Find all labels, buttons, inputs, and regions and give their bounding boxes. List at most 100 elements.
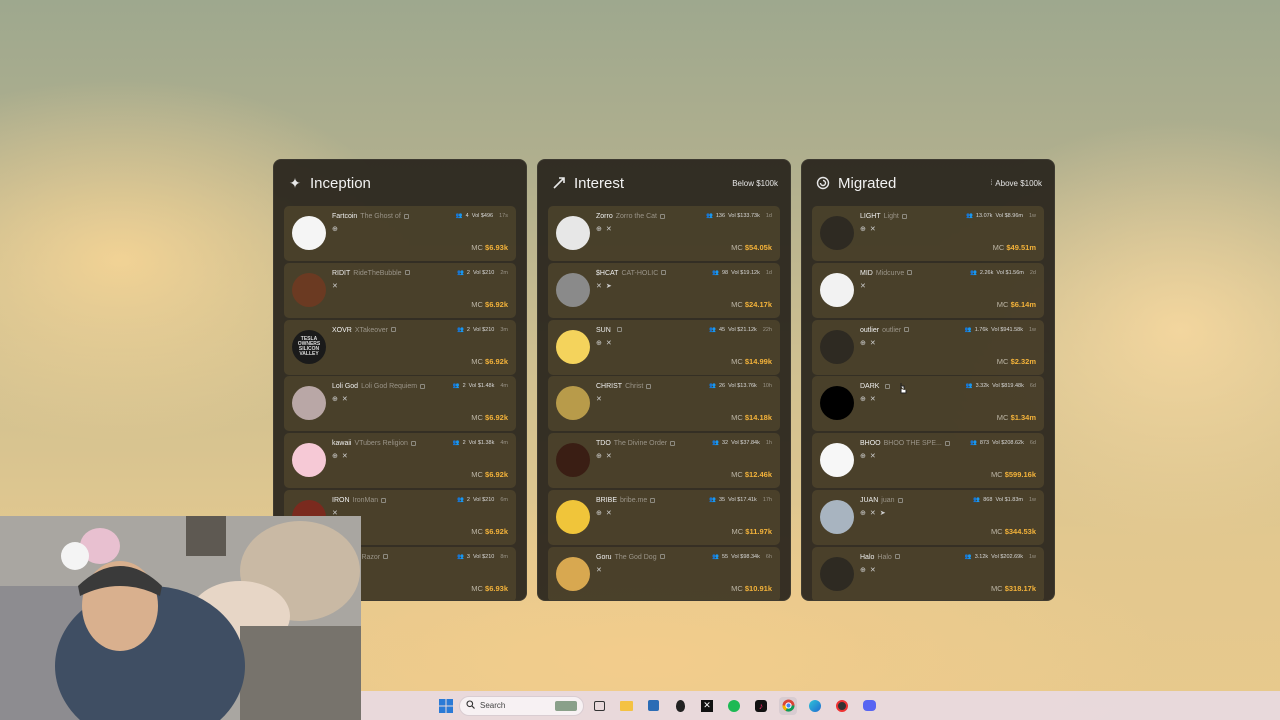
copy-icon[interactable] [420, 384, 426, 390]
token-name: BHOO THE SPE... [883, 440, 942, 448]
file-explorer-icon[interactable] [617, 697, 635, 715]
alien-app-icon[interactable] [671, 697, 689, 715]
token-row[interactable]: Zorro Zorro the Cat ⊕ ✕ 👥 136 Vol $133.73k 1d MC… [548, 206, 780, 261]
telegram-icon[interactable]: ➤ [606, 282, 612, 290]
store-icon[interactable] [644, 697, 662, 715]
copy-icon[interactable] [894, 554, 900, 560]
windows-start-icon[interactable] [437, 697, 455, 715]
copy-icon[interactable] [390, 327, 396, 333]
token-row[interactable]: $HCAT CAT-HOLIC ✕ ➤ 👥 98 Vol $19.12k 1d MC $24.1… [548, 262, 780, 318]
x-icon[interactable]: ✕ [606, 509, 612, 517]
globe-icon[interactable]: ⊕ [860, 395, 866, 403]
spotify-icon[interactable] [725, 697, 743, 715]
x-icon[interactable]: ✕ [596, 395, 602, 403]
x-icon[interactable]: ✕ [870, 452, 876, 460]
token-row[interactable]: CHRIST Christ ✕ 👥 26 Vol $13.76k 10h MC $14.18k [548, 376, 780, 432]
taskbar-search[interactable]: Search [459, 695, 584, 716]
copy-icon[interactable] [897, 497, 903, 503]
copy-icon[interactable] [659, 213, 665, 219]
market-cap: MC $1.34m [997, 413, 1036, 422]
token-row[interactable]: RIDIT RideTheBubble ✕ 👥 2 Vol $210 2m MC $6.92k [284, 262, 516, 318]
token-row[interactable]: BHOO BHOO THE SPE... ⊕ ✕ 👥 873 Vol $208.62k 6d M… [812, 433, 1044, 489]
globe-icon[interactable]: ⊕ [860, 339, 866, 347]
task-view-icon[interactable] [590, 697, 608, 715]
globe-icon[interactable]: ⊕ [596, 509, 602, 517]
token-row[interactable]: Halo Halo ⊕ ✕ 👥 3.12k Vol $202.69k 1w MC $318.17… [812, 546, 1044, 600]
panel-filter[interactable]: Below $100k [732, 179, 778, 188]
mc-value: $14.99k [744, 356, 772, 366]
token-name: Light [883, 213, 899, 220]
globe-icon[interactable]: ⊕ [596, 452, 602, 460]
globe-icon[interactable]: ⊕ [860, 452, 866, 460]
age: 22h [762, 326, 772, 333]
copy-icon[interactable] [616, 327, 622, 333]
copy-icon[interactable] [381, 497, 387, 503]
panel-filter[interactable]: ⁞ Above $100k [990, 179, 1042, 188]
token-row[interactable]: JUAN juan ⊕ ✕ ➤ 👥 868 Vol $1.83m 1w MC $344.53k [812, 489, 1044, 545]
x-icon[interactable]: ✕ [870, 395, 876, 403]
market-cap: MC $6.93k [471, 584, 508, 593]
token-row[interactable]: LIGHT Light ⊕ ✕ 👥 13.07k Vol $8.96m 1w MC $49.51… [812, 206, 1044, 261]
x-icon[interactable]: ✕ [870, 339, 876, 347]
x-icon[interactable]: ✕ [870, 225, 876, 233]
x-icon[interactable]: ✕ [342, 452, 348, 460]
copy-icon[interactable] [944, 440, 950, 446]
token-row[interactable]: TESLA OWNERS SILICON VALLEY XOVR XTakeover… [284, 319, 516, 375]
copy-icon[interactable] [901, 213, 907, 219]
globe-icon[interactable]: ⊕ [332, 395, 338, 403]
copy-icon[interactable] [383, 554, 389, 560]
copy-icon[interactable] [410, 440, 416, 446]
token-row[interactable]: kawaii VTubers Religion ⊕ ✕ 👥 2 Vol $1.38k 4m MC… [284, 433, 516, 489]
copy-icon[interactable] [646, 384, 652, 390]
copy-icon[interactable] [404, 270, 410, 276]
x-icon[interactable]: ✕ [606, 225, 612, 233]
discord-icon[interactable] [860, 697, 878, 715]
token-row[interactable]: Goru The God Dog ✕ 👥 55 Vol $98.34k 6h MC $10.9… [548, 546, 780, 600]
globe-icon[interactable]: ⊕ [860, 509, 866, 517]
globe-icon[interactable]: ⊕ [860, 566, 866, 574]
token-ticker-line: $HCAT CAT-HOLIC [596, 270, 667, 277]
copy-icon[interactable] [659, 554, 665, 560]
x-icon[interactable]: ✕ [342, 395, 348, 403]
token-row[interactable]: outlier outlier ⊕ ✕ 👥 1.76k Vol $941.58k 1w MC $… [812, 319, 1044, 375]
edge-icon[interactable] [806, 697, 824, 715]
token-avatar [556, 499, 590, 534]
copy-icon[interactable] [885, 384, 891, 390]
copy-icon[interactable] [670, 440, 676, 446]
mc-label: MC [996, 413, 1009, 423]
telegram-icon[interactable]: ➤ [880, 509, 886, 517]
token-row[interactable]: SUN ⊕ ✕ 👥 45 Vol $21.12k 22h MC $14.99k [548, 319, 780, 375]
x-icon[interactable]: ✕ [860, 282, 866, 290]
globe-icon[interactable]: ⊕ [860, 225, 866, 233]
mc-label: MC [731, 299, 743, 309]
token-row[interactable]: DARK ⊕ ✕ 👥 3.32k Vol $819.48k 6d MC $1.34m [812, 376, 1044, 432]
copy-icon[interactable] [403, 213, 409, 219]
token-row[interactable]: TDO The Divine Order ⊕ ✕ 👥 32 Vol $37.84k 1h MC … [548, 433, 780, 489]
tiktok-icon[interactable]: ♪ [752, 697, 770, 715]
app-icon[interactable] [833, 697, 851, 715]
token-row[interactable]: MID Midcurve ✕ 👥 2.26k Vol $1.56m 2d MC $6.14m [812, 262, 1044, 318]
copy-icon[interactable] [904, 327, 910, 333]
windows-taskbar: Search ✕ ♪ [361, 691, 1280, 720]
x-icon[interactable]: ✕ [870, 566, 876, 574]
volume: Vol $210 [472, 496, 495, 503]
x-icon[interactable]: ✕ [596, 282, 602, 290]
capcut-icon[interactable]: ✕ [698, 697, 716, 715]
token-row[interactable]: Fartcoin The Ghost of ⊕ 👥 4 Vol $496 17s MC $6.… [284, 206, 516, 261]
market-cap: MC $49.51m [993, 243, 1036, 252]
globe-icon[interactable]: ⊕ [596, 225, 602, 233]
x-icon[interactable]: ✕ [332, 282, 338, 290]
token-row[interactable]: Loli God Loli God Requiem ⊕ ✕ 👥 2 Vol $1.48k 4m… [284, 376, 516, 432]
copy-icon[interactable] [661, 270, 667, 276]
globe-icon[interactable]: ⊕ [332, 452, 338, 460]
copy-icon[interactable] [907, 270, 913, 276]
token-row[interactable]: BRIBE bribe.me ⊕ ✕ 👥 35 Vol $17.41k 17h MC $11.9… [548, 489, 780, 545]
x-icon[interactable]: ✕ [596, 566, 602, 574]
globe-icon[interactable]: ⊕ [596, 339, 602, 347]
x-icon[interactable]: ✕ [870, 509, 876, 517]
globe-icon[interactable]: ⊕ [332, 225, 338, 233]
x-icon[interactable]: ✕ [606, 339, 612, 347]
copy-icon[interactable] [650, 497, 656, 503]
x-icon[interactable]: ✕ [606, 452, 612, 460]
chrome-icon[interactable] [779, 696, 797, 715]
